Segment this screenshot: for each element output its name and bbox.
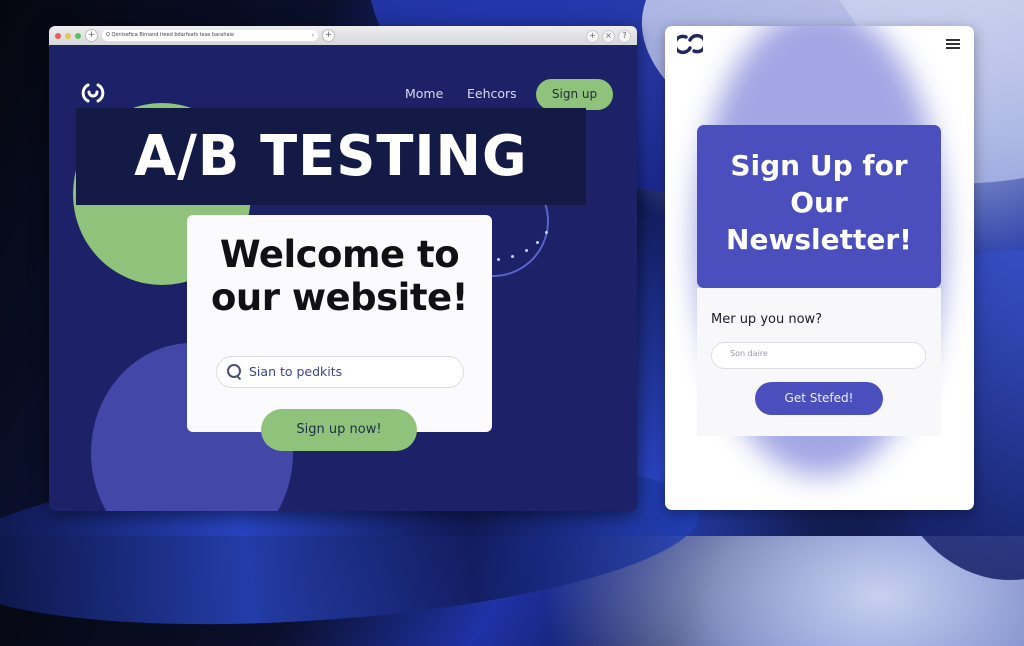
email-placeholder: Son daire [730,349,768,358]
newsletter-title: Sign Up for Our Newsletter! [726,149,912,256]
url-text: Q Qenisefica Bimand Ireed bdarfeafs teas… [106,32,235,38]
search-placeholder: Sian to pedkits [249,364,343,379]
ab-testing-banner: A/B TESTING [76,108,586,205]
reload-icon[interactable]: ‹ [312,30,314,41]
nav-link-home[interactable]: Mome [405,86,443,101]
minimize-window-button[interactable] [65,32,71,39]
profile-icon[interactable]: × [602,30,615,43]
search-input[interactable]: Sian to pedkits [216,356,464,388]
add-tab-icon[interactable]: + [322,29,335,42]
maximize-window-button[interactable] [75,32,81,39]
mobile-page-b: Sign Up for Our Newsletter! Mer up you n… [665,26,974,510]
browser-toolbar: + Q Qenisefica Bimand Ireed bdarfeafs te… [49,26,637,45]
logo-icon[interactable] [677,33,703,55]
banner-title: A/B TESTING [134,124,528,189]
hamburger-menu-icon[interactable] [946,39,960,49]
decorative-dot [536,241,539,244]
hero-card: Welcome to our website! Sian to pedkits [187,215,492,432]
nav-signup-button[interactable]: Sign up [536,79,613,110]
decorative-dot [525,249,528,252]
decorative-dot [545,231,548,234]
new-tab-icon[interactable]: + [85,29,98,42]
decorative-dot [511,255,514,258]
extension-icon[interactable]: ? [618,30,631,43]
share-icon[interactable]: + [586,30,599,43]
get-started-button[interactable]: Get Stefed! [755,382,883,415]
form-question: Mer up you now? [711,312,823,327]
logo-icon[interactable] [80,82,106,104]
desktop-browser-window: + Q Qenisefica Bimand Ireed bdarfeafs te… [49,26,637,511]
browser-actions: + × ? [586,30,631,43]
search-icon [227,364,241,378]
signup-now-button[interactable]: Sign up now! [261,409,417,451]
close-window-button[interactable] [55,32,61,39]
newsletter-header-card: Sign Up for Our Newsletter! [697,125,941,288]
nav-link-features[interactable]: Eehcors [467,86,517,101]
address-bar[interactable]: Q Qenisefica Bimand Ireed bdarfeafs teas… [102,30,318,41]
decorative-dot [497,258,500,261]
newsletter-form: Mer up you now? Son daire Get Stefed! [697,288,941,436]
hero-title: Welcome to our website! [210,233,469,319]
email-input[interactable]: Son daire [711,342,926,369]
